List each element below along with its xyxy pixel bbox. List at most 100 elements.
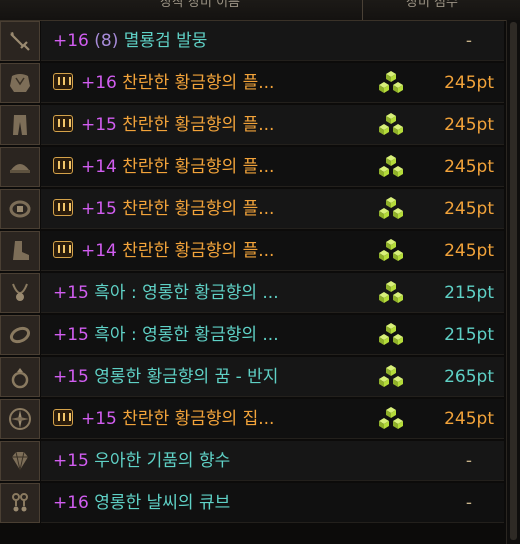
equipment-row[interactable]: +16 찬란한 황금향의 플... 245pt xyxy=(0,62,520,104)
item-name: +14 찬란한 황금향의 플... xyxy=(53,147,383,187)
row-content: +16 (8) 멸룡검 발뭉 - xyxy=(41,21,504,61)
set-badge-icon xyxy=(53,240,73,258)
bracelet-icon[interactable] xyxy=(0,315,40,355)
row-content: +15 찬란한 황금향의 플... 245pt xyxy=(41,105,504,145)
header-divider xyxy=(362,0,363,20)
enhance-level: +15 xyxy=(53,451,89,471)
enhance-level: +16 xyxy=(53,493,89,513)
ring-icon[interactable] xyxy=(0,357,40,397)
equipment-row[interactable]: +15 흑아 : 영롱한 황금향의 ... 215pt xyxy=(0,272,520,314)
equipment-row[interactable]: +15 찬란한 황금향의 플... 245pt xyxy=(0,104,520,146)
row-content: +15 찬란한 황금향의 플... 245pt xyxy=(41,189,504,229)
scrollbar-thumb[interactable] xyxy=(510,22,517,540)
shoulder-armor-icon[interactable] xyxy=(0,63,40,103)
item-name-text: 찬란한 황금향의 집... xyxy=(122,409,275,429)
enhance-level: +15 xyxy=(81,115,117,135)
enhance-level: +14 xyxy=(81,241,117,261)
item-name-text: 우아한 기품의 향수 xyxy=(94,451,231,471)
sub-level: (8) xyxy=(94,31,119,51)
enhance-level: +16 xyxy=(53,31,89,51)
equipment-row[interactable]: +15 찬란한 황금향의 집... 245pt xyxy=(0,398,520,440)
item-points: 245pt xyxy=(444,409,494,429)
item-points: - xyxy=(465,31,472,51)
scrollbar[interactable] xyxy=(506,20,520,544)
item-points: 215pt xyxy=(444,283,494,303)
equipment-row[interactable]: +15 찬란한 황금향의 플... 245pt xyxy=(0,188,520,230)
item-name-text: 영롱한 황금향의 꿈 - 반지 xyxy=(94,367,279,387)
item-name: +16 영롱한 날씨의 큐브 xyxy=(53,483,383,523)
row-content: +14 찬란한 황금향의 플... 245pt xyxy=(41,231,504,271)
equipment-row[interactable]: +15 흑아 : 영롱한 황금향의 ... 215pt xyxy=(0,314,520,356)
item-name-text: 찬란한 황금향의 플... xyxy=(122,73,275,93)
row-content: +14 찬란한 황금향의 플... 245pt xyxy=(41,147,504,187)
item-name-text: 찬란한 황금향의 플... xyxy=(122,199,275,219)
equipment-list: +16 (8) 멸룡검 발뭉 - +16 찬란한 황금향의 플... 245pt +15… xyxy=(0,20,520,524)
row-content: +15 찬란한 황금향의 집... 245pt xyxy=(41,399,504,439)
item-name: +15 흑아 : 영롱한 황금향의 ... xyxy=(53,273,383,313)
column-item-name: 장착 장비 이름 xyxy=(159,0,241,10)
item-name-text: 흑아 : 영롱한 황금향의 ... xyxy=(94,325,279,345)
equipment-row[interactable]: +14 찬란한 황금향의 플... 245pt xyxy=(0,230,520,272)
item-points: 245pt xyxy=(444,241,494,261)
item-points: - xyxy=(465,451,472,471)
item-name-text: 찬란한 황금향의 플... xyxy=(122,241,275,261)
row-content: +15 영롱한 황금향의 꿈 - 반지 265pt xyxy=(41,357,504,397)
item-name-text: 멸룡검 발뭉 xyxy=(123,31,208,51)
equipment-row[interactable]: +14 찬란한 황금향의 플... 245pt xyxy=(0,146,520,188)
enhance-level: +15 xyxy=(81,409,117,429)
equipment-row[interactable]: +16 영롱한 날씨의 큐브 - xyxy=(0,482,520,524)
earring-icon[interactable] xyxy=(0,483,40,523)
item-name-text: 찬란한 황금향의 플... xyxy=(122,115,275,135)
equipment-row[interactable]: +15 영롱한 황금향의 꿈 - 반지 265pt xyxy=(0,356,520,398)
cube-icon xyxy=(379,407,403,429)
item-name: +16 (8) 멸룡검 발뭉 xyxy=(53,21,383,61)
item-name: +15 찬란한 황금향의 집... xyxy=(53,399,383,439)
item-name: +15 우아한 기품의 향수 xyxy=(53,441,383,481)
set-badge-icon xyxy=(53,156,73,174)
item-points: 245pt xyxy=(444,73,494,93)
item-points: 265pt xyxy=(444,367,494,387)
item-points: 215pt xyxy=(444,325,494,345)
equipment-row[interactable]: +16 (8) 멸룡검 발뭉 - xyxy=(0,20,520,62)
table-header: 장착 장비 이름 장비 점수 xyxy=(0,0,520,21)
cube-icon xyxy=(379,323,403,345)
compass-icon[interactable] xyxy=(0,399,40,439)
belt-icon[interactable] xyxy=(0,189,40,229)
pants-icon[interactable] xyxy=(0,105,40,145)
helmet-icon[interactable] xyxy=(0,147,40,187)
boots-icon[interactable] xyxy=(0,231,40,271)
set-badge-icon xyxy=(53,114,73,132)
item-name: +16 찬란한 황금향의 플... xyxy=(53,63,383,103)
set-badge-icon xyxy=(53,198,73,216)
row-content: +16 찬란한 황금향의 플... 245pt xyxy=(41,63,504,103)
set-badge-icon xyxy=(53,72,73,90)
enhance-level: +15 xyxy=(53,367,89,387)
cube-icon xyxy=(379,155,403,177)
item-points: 245pt xyxy=(444,157,494,177)
enhance-level: +15 xyxy=(53,325,89,345)
equipment-row[interactable]: +15 우아한 기품의 향수 - xyxy=(0,440,520,482)
item-name: +14 찬란한 황금향의 플... xyxy=(53,231,383,271)
item-points: - xyxy=(465,493,472,513)
cube-icon xyxy=(379,239,403,261)
enhance-level: +14 xyxy=(81,157,117,177)
column-points: 장비 점수 xyxy=(406,0,458,10)
enhance-level: +16 xyxy=(81,73,117,93)
set-badge-icon xyxy=(53,408,73,426)
cube-icon xyxy=(379,281,403,303)
cube-icon xyxy=(379,113,403,135)
row-content: +15 흑아 : 영롱한 황금향의 ... 215pt xyxy=(41,273,504,313)
cube-icon xyxy=(379,71,403,93)
item-name: +15 찬란한 황금향의 플... xyxy=(53,105,383,145)
item-points: 245pt xyxy=(444,115,494,135)
item-name-text: 영롱한 날씨의 큐브 xyxy=(94,493,231,513)
sword-icon[interactable] xyxy=(0,21,40,61)
item-name: +15 흑아 : 영롱한 황금향의 ... xyxy=(53,315,383,355)
enhance-level: +15 xyxy=(81,199,117,219)
row-content: +16 영롱한 날씨의 큐브 - xyxy=(41,483,504,523)
row-content: +15 우아한 기품의 향수 - xyxy=(41,441,504,481)
enhance-level: +15 xyxy=(53,283,89,303)
gem-icon[interactable] xyxy=(0,441,40,481)
necklace-icon[interactable] xyxy=(0,273,40,313)
item-points: 245pt xyxy=(444,199,494,219)
